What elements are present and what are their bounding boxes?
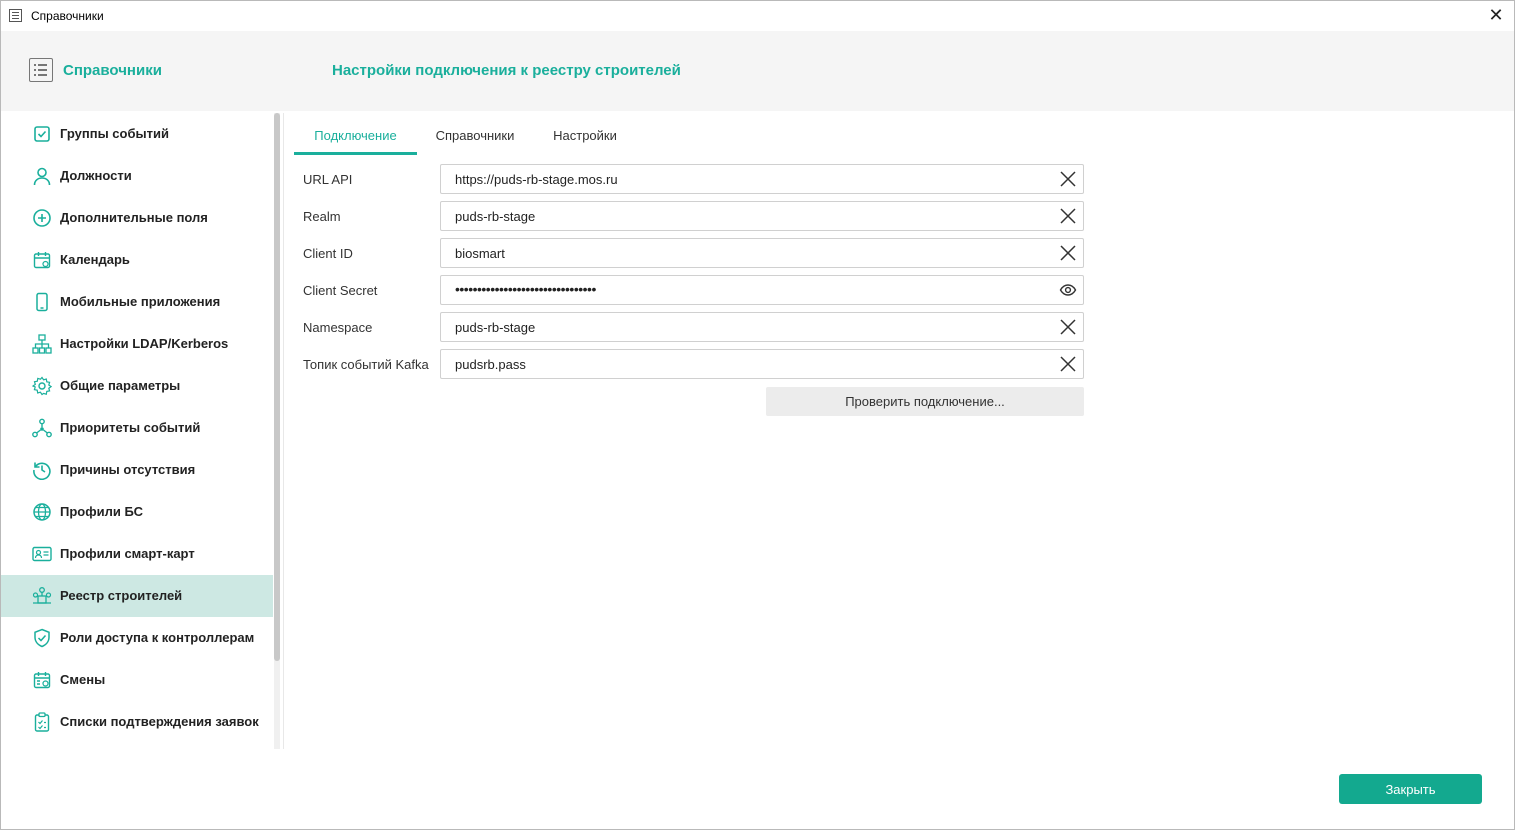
globe-icon (33, 503, 51, 521)
sidebar-item-controller-roles[interactable]: Роли доступа к контроллерам (1, 617, 273, 659)
field-value: pudsrb.pass (455, 357, 526, 372)
plus-circle-icon (33, 209, 51, 227)
eye-icon[interactable] (1059, 281, 1077, 299)
gear-icon (32, 376, 52, 396)
field-value: •••••••••••••••••••••••••••••••• (455, 281, 596, 297)
sidebar-item-label: Настройки LDAP/Kerberos (60, 336, 229, 351)
clear-icon[interactable] (1059, 207, 1077, 225)
sidebar-item-label: Приоритеты событий (60, 420, 201, 435)
kafka-topic-label: Топик событий Kafka (303, 357, 429, 372)
tab-directories[interactable]: Справочники (425, 120, 525, 155)
sidebar-item-label: Роли доступа к контроллерам (60, 630, 255, 645)
sidebar-item-event-priorities[interactable]: Приоритеты событий (1, 407, 273, 449)
check-connection-button[interactable]: Проверить подключение... (766, 387, 1084, 416)
client-id-field[interactable]: biosmart (440, 238, 1084, 268)
tab-settings[interactable]: Настройки (543, 120, 627, 155)
person-icon (33, 167, 51, 186)
sidebar-item-label: Должности (60, 168, 132, 183)
history-icon (33, 462, 51, 480)
sidebar-item-positions[interactable]: Должности (1, 155, 273, 197)
url-api-label: URL API (303, 172, 353, 187)
realm-field[interactable]: puds-rb-stage (440, 201, 1084, 231)
sidebar-item-ldap-kerberos[interactable]: Настройки LDAP/Kerberos (1, 323, 273, 365)
schedule-icon (33, 672, 51, 689)
sidebar-item-general-params[interactable]: Общие параметры (1, 365, 273, 407)
sidebar-item-label: Календарь (60, 252, 130, 267)
client-secret-field[interactable]: •••••••••••••••••••••••••••••••• (440, 275, 1084, 305)
sidebar-item-event-groups[interactable]: Группы событий (1, 113, 273, 155)
calendar-icon (33, 252, 51, 269)
window-list-icon (9, 9, 22, 22)
builders-registry-icon (32, 587, 52, 604)
clear-icon[interactable] (1059, 170, 1077, 188)
page-title: Настройки подключения к реестру строител… (332, 62, 681, 79)
checkbox-icon (34, 126, 50, 142)
sidebar-item-absence-reasons[interactable]: Причины отсутствия (1, 449, 273, 491)
sidebar-item-label: Профили смарт-карт (60, 546, 195, 561)
sidebar-item-label: Смены (60, 672, 106, 687)
sidebar: Группы событий Должности Дополнительные … (1, 113, 284, 749)
namespace-field[interactable]: puds-rb-stage (440, 312, 1084, 342)
sidebar-item-approval-lists[interactable]: Списки подтверждения заявок (1, 701, 273, 743)
sidebar-item-builders-registry[interactable]: Реестр строителей (1, 575, 273, 617)
realm-label: Realm (303, 209, 341, 224)
sidebar-item-label: Общие параметры (60, 378, 181, 393)
sidebar-item-label: Группы событий (60, 126, 169, 141)
tab-connection[interactable]: Подключение (294, 120, 417, 155)
sidebar-item-mobile-apps[interactable]: Мобильные приложения (1, 281, 273, 323)
window-close-button[interactable]: ✕ (1486, 5, 1506, 25)
sidebar-item-label: Мобильные приложения (60, 294, 221, 309)
close-button[interactable]: Закрыть (1339, 774, 1482, 804)
namespace-label: Namespace (303, 320, 373, 335)
field-value: https://puds-rb-stage.mos.ru (455, 172, 618, 187)
sidebar-item-smart-card-profiles[interactable]: Профили смарт-карт (1, 533, 273, 575)
list-icon (29, 58, 53, 82)
sidebar-item-shifts[interactable]: Смены (1, 659, 273, 701)
sidebar-item-additional-fields[interactable]: Дополнительные поля (1, 197, 273, 239)
shield-icon (34, 628, 50, 648)
network-icon (32, 334, 52, 354)
clear-icon[interactable] (1059, 355, 1077, 373)
sidebar-scrollbar[interactable] (274, 113, 280, 749)
id-card-icon (32, 546, 52, 562)
clipboard-icon (34, 712, 50, 732)
field-value: biosmart (455, 246, 505, 261)
sidebar-item-label: Дополнительные поля (60, 210, 208, 225)
scrollbar-thumb[interactable] (274, 113, 280, 661)
clear-icon[interactable] (1059, 318, 1077, 336)
app-title: Справочники (63, 62, 162, 79)
title-bar: Справочники ✕ (1, 1, 1514, 31)
clear-icon[interactable] (1059, 244, 1077, 262)
sidebar-item-calendar[interactable]: Календарь (1, 239, 273, 281)
url-api-field[interactable]: https://puds-rb-stage.mos.ru (440, 164, 1084, 194)
sidebar-item-label: Реестр строителей (60, 588, 183, 603)
sidebar-item-label: Профили БС (60, 504, 144, 519)
field-value: puds-rb-stage (455, 209, 536, 224)
client-secret-label: Client Secret (303, 283, 378, 298)
field-value: puds-rb-stage (455, 320, 536, 335)
sidebar-item-label: Списки подтверждения заявок (60, 714, 259, 729)
header: Справочники Настройки подключения к реес… (1, 31, 1514, 111)
sidebar-item-label: Причины отсутствия (60, 462, 196, 477)
mobile-icon (36, 292, 48, 312)
client-id-label: Client ID (303, 246, 353, 261)
window-title: Справочники (31, 9, 104, 23)
sidebar-item-bs-profiles[interactable]: Профили БС (1, 491, 273, 533)
nodes-icon (32, 418, 52, 438)
dialog-window: Справочники ✕ Справочники Настройки подк… (0, 0, 1515, 830)
kafka-topic-field[interactable]: pudsrb.pass (440, 349, 1084, 379)
